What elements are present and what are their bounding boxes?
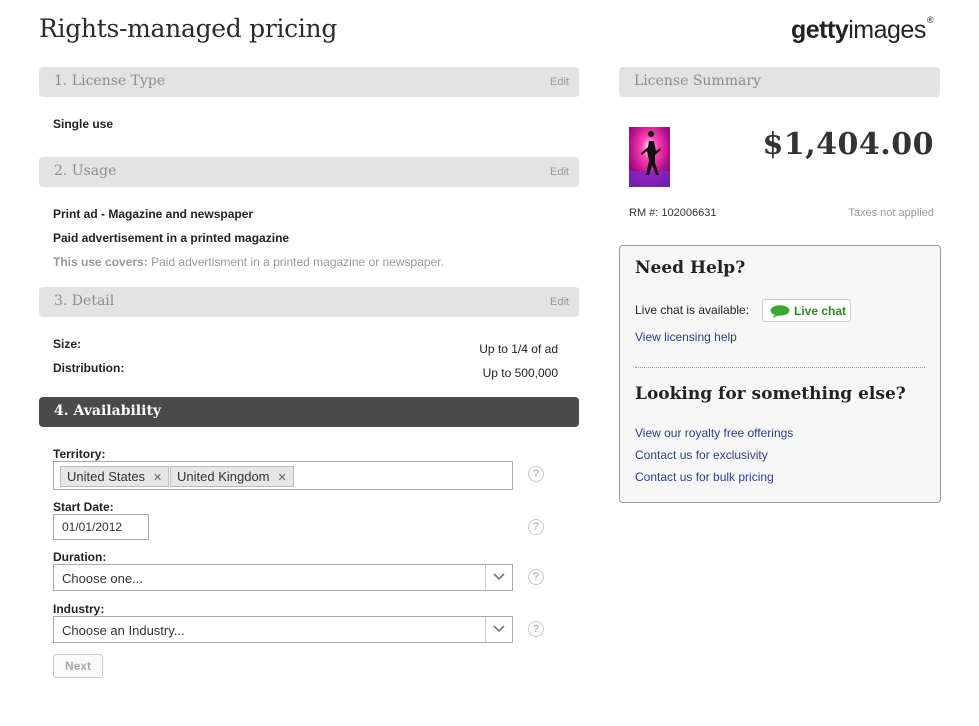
duration-help-icon[interactable]: ?	[528, 569, 544, 585]
summary-title: License Summary	[634, 73, 761, 89]
section-detail-header: 3. Detail Edit	[39, 287, 579, 317]
section-usage-header: 2. Usage Edit	[39, 157, 579, 187]
section-availability-header: 4. Availability	[39, 397, 579, 427]
section-license-type-header: 1. License Type Edit	[39, 67, 579, 97]
chat-bubble-icon	[770, 305, 790, 321]
start-date-help-icon[interactable]: ?	[528, 519, 544, 535]
logo-bold-text: getty	[791, 16, 849, 44]
registered-mark: ®	[926, 14, 934, 25]
logo-light-text: images	[848, 16, 926, 44]
getty-images-logo[interactable]: gettyimages®	[791, 14, 934, 45]
industry-help-icon[interactable]: ?	[528, 621, 544, 637]
live-chat-button[interactable]: Live chat	[762, 299, 851, 322]
usage-covers-text: Paid advertisment in a printed magazine …	[151, 255, 444, 269]
section-title: 1. License Type	[54, 73, 166, 89]
start-date-field[interactable]: 01/01/2012	[53, 514, 149, 540]
section-title: 4. Availability	[54, 403, 162, 419]
industry-label: Industry:	[53, 602, 105, 616]
industry-selected-value: Choose an Industry...	[62, 623, 185, 638]
start-date-label: Start Date:	[53, 500, 114, 514]
live-chat-label: Live chat	[794, 304, 847, 318]
bulk-pricing-link[interactable]: Contact us for bulk pricing	[635, 470, 774, 484]
license-type-value: Single use	[53, 117, 114, 131]
chevron-down-icon[interactable]	[485, 617, 512, 642]
remove-token-icon[interactable]: ✕	[278, 472, 287, 484]
taxes-note: Taxes not applied	[848, 207, 934, 219]
territory-token: United States ✕	[60, 466, 170, 487]
license-price: $1,404.00	[762, 127, 934, 162]
duration-select[interactable]: Choose one...	[53, 564, 513, 591]
usage-covers-label: This use covers:	[53, 255, 148, 269]
license-summary-header: License Summary	[619, 67, 940, 97]
chevron-down-icon[interactable]	[485, 565, 512, 590]
remove-token-icon[interactable]: ✕	[153, 472, 162, 484]
image-thumbnail[interactable]	[629, 127, 670, 187]
territory-input[interactable]: United States ✕ United Kingdom ✕	[53, 461, 513, 490]
live-chat-text: Live chat is available:	[635, 303, 750, 317]
help-panel: Need Help? Live chat is available: Live …	[619, 245, 941, 503]
usage-covers: This use covers: Paid advertisment in a …	[53, 255, 444, 269]
royalty-free-link[interactable]: View our royalty free offerings	[635, 426, 793, 440]
size-label: Size:	[53, 337, 82, 351]
territory-help-icon[interactable]: ?	[528, 466, 544, 482]
looking-heading: Looking for something else?	[635, 384, 906, 404]
next-button[interactable]: Next	[53, 654, 103, 678]
distribution-label: Distribution:	[53, 361, 125, 375]
licensing-help-link[interactable]: View licensing help	[635, 330, 737, 344]
section-title: 2. Usage	[54, 163, 117, 179]
need-help-heading: Need Help?	[635, 258, 746, 278]
section-title: 3. Detail	[54, 293, 115, 309]
usage-line-2: Paid advertisement in a printed magazine	[53, 231, 290, 245]
divider	[635, 367, 925, 368]
size-value: Up to 1/4 of ad	[479, 342, 558, 356]
page-title: Rights-managed pricing	[39, 14, 338, 43]
duration-label: Duration:	[53, 550, 107, 564]
territory-token: United Kingdom ✕	[170, 466, 294, 487]
edit-detail-link[interactable]: Edit	[550, 296, 569, 308]
edit-license-type-link[interactable]: Edit	[550, 76, 569, 88]
territory-token-label: United States	[67, 469, 146, 484]
rm-number: RM #: 102006631	[629, 207, 717, 219]
industry-select[interactable]: Choose an Industry...	[53, 616, 513, 643]
duration-selected-value: Choose one...	[62, 571, 143, 586]
usage-line-1: Print ad - Magazine and newspaper	[53, 207, 254, 221]
distribution-value: Up to 500,000	[482, 366, 558, 380]
exclusivity-link[interactable]: Contact us for exclusivity	[635, 448, 768, 462]
territory-token-label: United Kingdom	[177, 469, 270, 484]
territory-label: Territory:	[53, 447, 106, 461]
edit-usage-link[interactable]: Edit	[550, 166, 569, 178]
